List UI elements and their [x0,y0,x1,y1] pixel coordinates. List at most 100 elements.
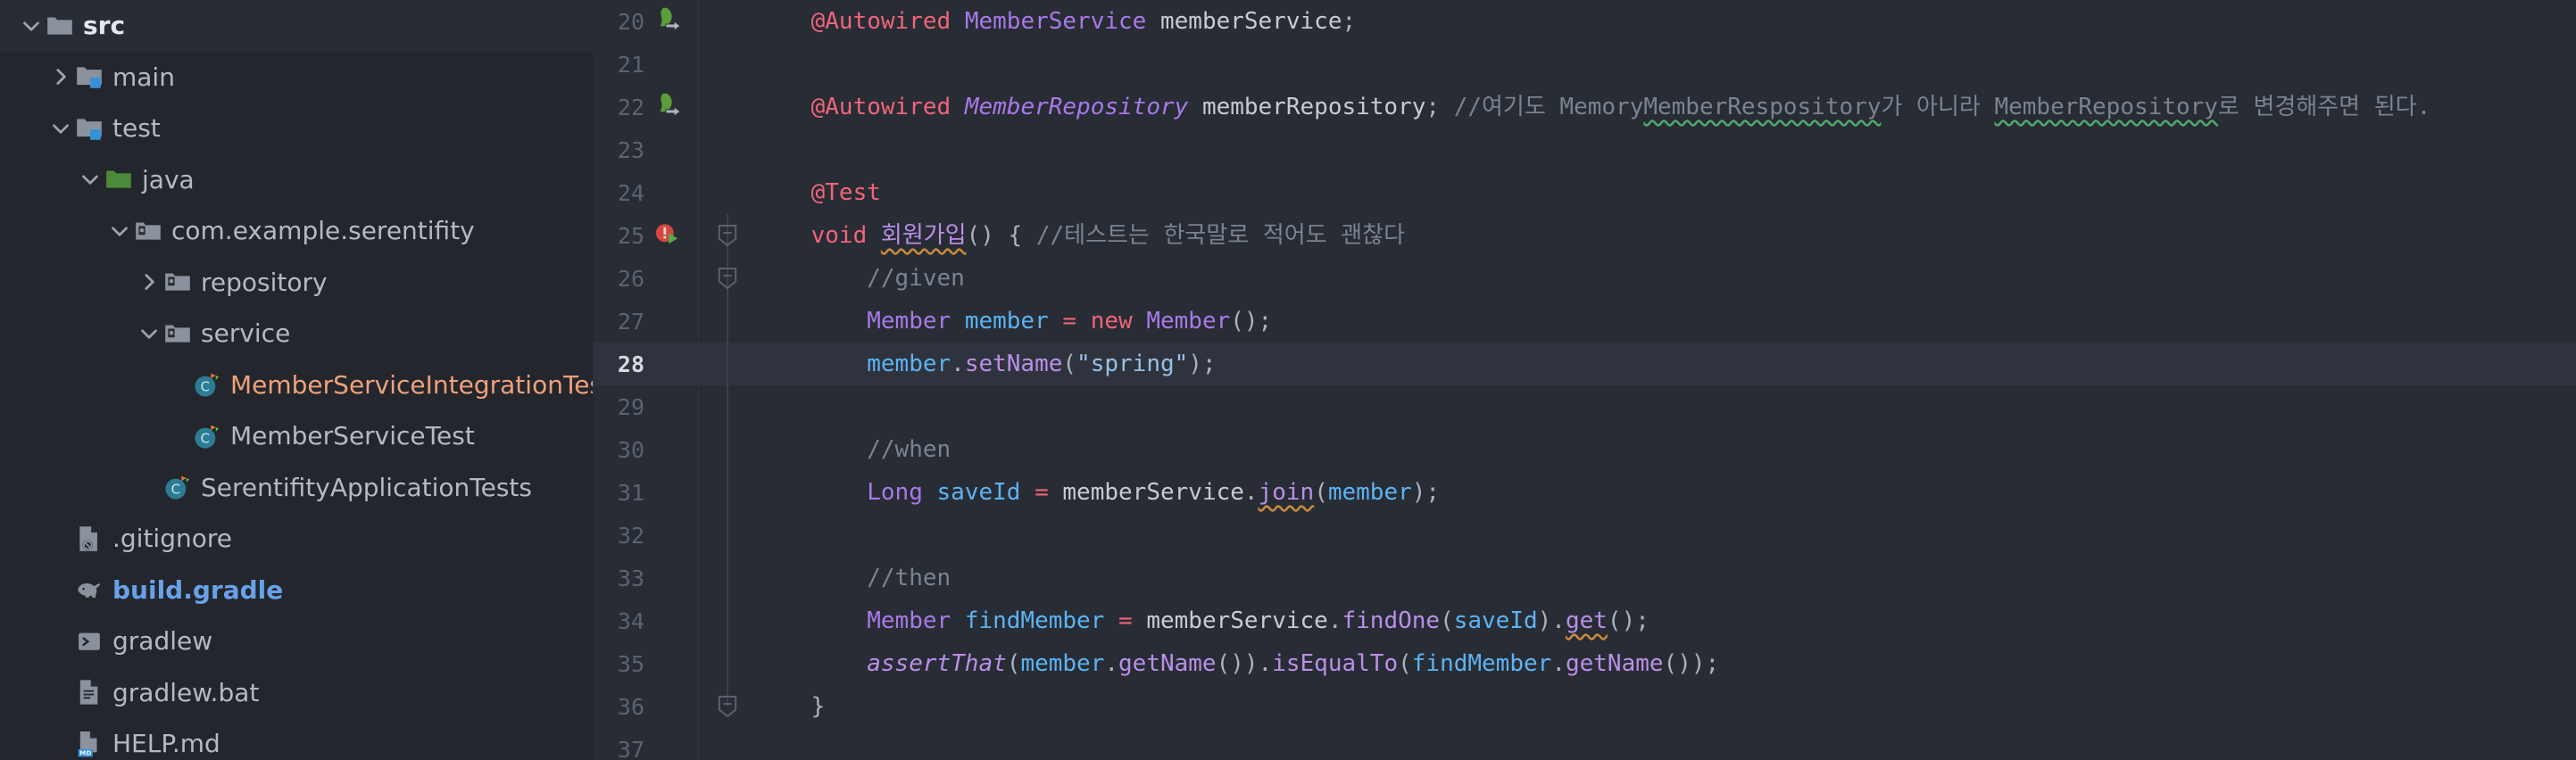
code-text[interactable]: Member findMember = memberService.findOn… [755,599,1649,642]
code-fold-marker[interactable] [698,428,755,471]
code-line[interactable]: 29 [593,385,2576,428]
code-text[interactable]: void 회원가입() { //테스트는 한국말로 적어도 괜찮다 [755,214,1405,257]
code-text[interactable]: Member member = new Member(); [755,300,1272,343]
code-text[interactable]: assertThat(member.getName()).isEqualTo(f… [755,642,1719,685]
code-line[interactable]: 35 assertThat(member.getName()).isEqualT… [593,642,2576,685]
code-line[interactable]: 32 [593,514,2576,557]
code-line[interactable]: 23 [593,128,2576,171]
code-editor-panel[interactable]: 20 @Autowired MemberService memberServic… [593,0,2576,760]
chevron-down-icon[interactable] [18,12,45,39]
project-tree-panel[interactable]: src main test java com.example.serentifity re… [0,0,593,760]
code-fold-marker[interactable] [698,300,755,343]
code-fold-marker[interactable] [698,214,755,257]
line-gutter[interactable]: 26 [593,257,698,300]
code-line[interactable]: 31 Long saveId = memberService.join(memb… [593,471,2576,514]
tree-item-repository[interactable]: repository [0,257,593,309]
line-gutter[interactable]: 31 [593,471,698,514]
chevron-down-icon[interactable] [77,166,104,193]
code-line[interactable]: 34 Member findMember = memberService.fin… [593,599,2576,642]
tree-item-service[interactable]: service [0,308,593,359]
code-token: @Autowired [810,8,951,35]
tree-item-label: MemberServiceTest [230,421,475,451]
code-line[interactable]: 24 @Test [593,171,2576,214]
tree-item-java[interactable]: java [0,154,593,206]
line-gutter[interactable]: 37 [593,728,698,760]
code-text[interactable]: @Autowired MemberRepository memberReposi… [755,86,2431,128]
code-token: ( [1398,650,1412,677]
line-gutter[interactable]: 34 [593,599,698,642]
chevron-down-icon[interactable] [136,320,162,347]
tree-item-build-gradle[interactable]: build.gradle [0,565,593,616]
spring-bean-navigate-icon[interactable] [650,89,686,125]
line-number: 21 [617,51,644,78]
tree-item-memberservicetest[interactable]: C MemberServiceTest [0,410,593,462]
code-fold-marker[interactable] [698,557,755,599]
line-gutter[interactable]: 21 [593,43,698,86]
code-line[interactable]: 37 [593,728,2576,760]
line-gutter[interactable]: 23 [593,128,698,171]
code-text[interactable]: //given [755,257,965,300]
code-fold-marker[interactable] [698,385,755,428]
line-gutter[interactable]: 28 [593,343,698,385]
tree-item-test[interactable]: test [0,103,593,154]
chevron-right-icon[interactable] [136,268,162,295]
code-text[interactable]: //when [755,428,951,471]
line-gutter[interactable]: 33 [593,557,698,599]
code-line[interactable]: 33 //then [593,557,2576,599]
code-text[interactable]: } [755,685,826,728]
tree-item-help-md[interactable]: MD HELP.md [0,718,593,760]
gutter-icon-slot [644,471,698,514]
code-text[interactable]: //then [755,557,951,599]
code-text[interactable]: Long saveId = memberService.join(member)… [755,471,1440,514]
code-fold-marker[interactable] [698,642,755,685]
line-gutter[interactable]: 20 [593,0,698,43]
tree-item-memberserviceintegrationtest[interactable]: C MemberServiceIntegrationTest [0,359,593,411]
spring-bean-navigate-icon[interactable] [650,4,686,39]
code-fold-marker[interactable] [698,685,755,728]
run-test-failed-icon[interactable] [650,218,686,253]
chevron-down-icon[interactable] [47,115,74,142]
code-fold-marker[interactable] [698,257,755,300]
code-line[interactable]: 22 @Autowired MemberRepository memberRep… [593,86,2576,128]
line-gutter[interactable]: 29 [593,385,698,428]
tree-item-main[interactable]: main [0,52,593,103]
line-gutter[interactable]: 27 [593,300,698,343]
code-token: void [810,222,868,249]
chevron-right-icon[interactable] [47,63,74,90]
code-line[interactable]: 25 void 회원가입() { //테스트는 한국말로 적어도 괜찮다 [593,214,2576,257]
tree-item-gradlew-bat[interactable]: gradlew.bat [0,667,593,719]
chevron-down-icon[interactable] [106,218,133,244]
code-fold-marker[interactable] [698,514,755,557]
line-gutter[interactable]: 22 [593,86,698,128]
line-gutter[interactable]: 24 [593,171,698,214]
line-gutter[interactable]: 30 [593,428,698,471]
code-fold-marker[interactable] [698,343,755,385]
line-gutter[interactable]: 36 [593,685,698,728]
code-line[interactable]: 30 //when [593,428,2576,471]
code-line[interactable]: 21 [593,43,2576,86]
line-gutter[interactable]: 35 [593,642,698,685]
code-line[interactable]: 20 @Autowired MemberService memberServic… [593,0,2576,43]
code-line[interactable]: 26 //given [593,257,2576,300]
code-text[interactable]: @Autowired MemberService memberService; [755,0,1357,43]
code-fold-marker[interactable] [698,471,755,514]
code-token: member [867,351,951,377]
code-text[interactable]: @Test [755,171,881,214]
code-line[interactable]: 27 Member member = new Member(); [593,300,2576,343]
code-text[interactable]: member.setName("spring"); [755,343,1216,385]
line-number: 28 [617,351,644,377]
tree-item-serentifityapplicationtests[interactable]: C SerentifityApplicationTests [0,462,593,514]
tree-item-com-example-serentifity[interactable]: com.example.serentifity [0,205,593,257]
code-line[interactable]: 28 member.setName("spring"); [593,343,2576,385]
code-fold-marker[interactable] [698,599,755,642]
tree-item-gradlew[interactable]: gradlew [0,615,593,667]
code-token: ; [1425,94,1454,120]
code-line[interactable]: 36 } [593,685,2576,728]
tree-item-src[interactable]: src [0,0,593,52]
line-gutter[interactable]: 32 [593,514,698,557]
line-gutter[interactable]: 25 [593,214,698,257]
tree-item-gitignore[interactable]: .gitignore [0,513,593,565]
